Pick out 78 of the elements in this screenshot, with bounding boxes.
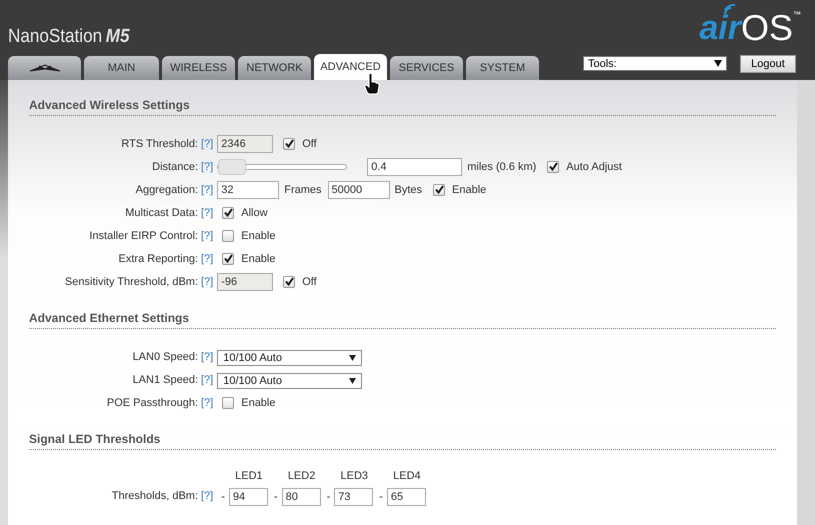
checkbox[interactable] xyxy=(222,206,234,218)
help-link[interactable]: [?] xyxy=(201,206,214,218)
checkbox[interactable] xyxy=(222,230,234,242)
checkbox-label: Allow xyxy=(241,206,268,218)
help-link[interactable]: [?] xyxy=(201,374,214,386)
home-tab[interactable] xyxy=(8,56,81,80)
help-link[interactable]: [?] xyxy=(201,276,214,288)
led-heading: LED4 xyxy=(392,470,422,482)
nav-tab[interactable]: SERVICES xyxy=(390,56,463,80)
checkbox[interactable] xyxy=(433,184,446,196)
checkbox-label: Enable xyxy=(452,184,486,196)
checkbox-label: Off xyxy=(302,138,317,150)
help-link[interactable]: [?] xyxy=(201,396,214,408)
field-label: Distance: xyxy=(151,160,198,172)
unit-label: miles (0.6 km) xyxy=(467,160,536,172)
dash-label: - xyxy=(326,491,330,503)
brand-logo: airOS™ xyxy=(699,6,801,46)
input-field[interactable]: 32 xyxy=(217,180,280,198)
field-label: RTS Threshold: xyxy=(120,138,198,150)
checkbox-label: Enable xyxy=(241,252,276,264)
help-link[interactable]: [?] xyxy=(201,160,214,172)
product-title: NanoStation M5 xyxy=(8,26,130,49)
checkbox[interactable] xyxy=(222,252,234,264)
section-heading: Advanced Wireless Settings xyxy=(29,98,776,116)
field-label: Extra Reporting: xyxy=(118,252,198,264)
checkbox[interactable] xyxy=(547,160,560,172)
unit-label: Frames xyxy=(284,184,322,196)
nav-tab[interactable]: ADVANCED xyxy=(314,54,387,80)
checkbox[interactable] xyxy=(283,276,296,288)
field-label: POE Passthrough: xyxy=(106,396,198,408)
help-link[interactable]: [?] xyxy=(201,230,214,242)
checkbox[interactable] xyxy=(283,138,296,150)
input-field[interactable]: 94 xyxy=(228,488,268,506)
tools-dropdown[interactable]: Tools: xyxy=(583,56,727,71)
section-heading: Signal LED Thresholds xyxy=(29,432,776,450)
input-field[interactable]: 50000 xyxy=(328,180,390,198)
speed-dropdown[interactable]: 10/100 Auto xyxy=(217,372,362,388)
checkbox-label: Auto Adjust xyxy=(566,160,622,172)
nav-tab[interactable]: SYSTEM xyxy=(466,56,539,80)
field-label: Sensitivity Threshold, dBm: xyxy=(64,276,198,288)
speed-dropdown[interactable]: 10/100 Auto xyxy=(217,350,362,366)
nav-tab[interactable]: NETWORK xyxy=(238,56,311,80)
help-link[interactable]: [?] xyxy=(201,184,214,196)
checkbox-label: Enable xyxy=(241,230,276,242)
checkbox-label: Enable xyxy=(241,396,276,408)
dash-label: - xyxy=(274,491,278,503)
help-link[interactable]: [?] xyxy=(201,490,214,506)
field-label: Aggregation: xyxy=(134,184,198,196)
dropdown-arrow-icon xyxy=(714,60,722,67)
nav-tab[interactable]: WIRELESS xyxy=(162,56,235,80)
led-heading: LED1 xyxy=(234,470,264,482)
input-field[interactable]: 0.4 xyxy=(367,158,462,176)
led-heading: LED3 xyxy=(339,470,370,482)
dash-label: - xyxy=(379,491,383,503)
slider-thumb[interactable] xyxy=(218,158,246,174)
hand-cursor-icon xyxy=(364,73,380,95)
antenna-logo-icon xyxy=(28,63,60,73)
logout-button[interactable]: Logout xyxy=(740,55,796,73)
input-field[interactable]: 73 xyxy=(334,488,374,506)
field-label: Thresholds, dBm: xyxy=(110,490,198,504)
dropdown-arrow-icon xyxy=(349,354,356,360)
led-heading: LED2 xyxy=(286,470,316,482)
section-heading: Advanced Ethernet Settings xyxy=(29,311,776,329)
checkbox-label: Off xyxy=(302,276,317,288)
dropdown-arrow-icon xyxy=(349,378,356,384)
field-label: LAN1 Speed: xyxy=(132,374,198,386)
help-link[interactable]: [?] xyxy=(201,138,214,150)
input-field[interactable]: 65 xyxy=(386,488,426,506)
help-link[interactable]: [?] xyxy=(201,252,214,264)
field-label: Installer EIRP Control: xyxy=(88,230,198,242)
input-field[interactable]: 80 xyxy=(282,488,321,506)
checkbox[interactable] xyxy=(222,396,234,408)
help-link[interactable]: [?] xyxy=(201,350,214,362)
dash-label: - xyxy=(221,491,225,503)
unit-label: Bytes xyxy=(394,184,422,196)
field-label: LAN0 Speed: xyxy=(132,350,198,362)
field-label: Multicast Data: xyxy=(124,206,198,218)
nav-tab[interactable]: MAIN xyxy=(84,56,159,80)
